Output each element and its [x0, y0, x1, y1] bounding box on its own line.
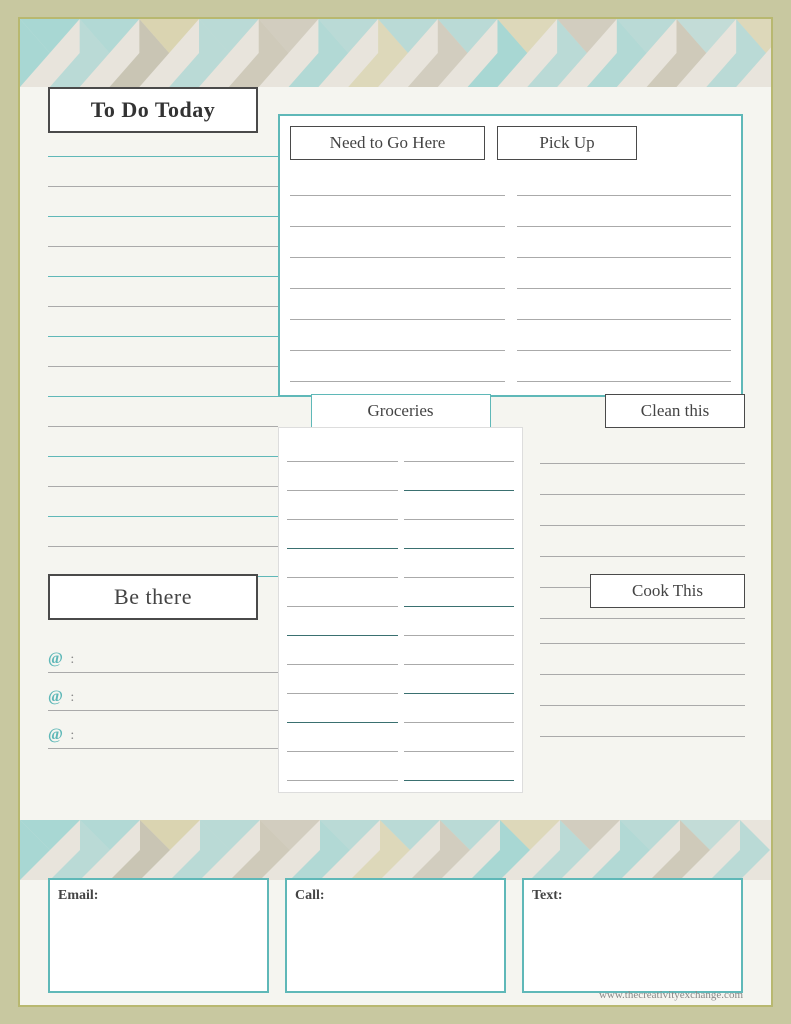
- grocery-row-9[interactable]: [287, 668, 514, 694]
- todo-today-box: To Do Today: [48, 87, 258, 133]
- cl-line-2[interactable]: [540, 467, 745, 495]
- cl-line-4[interactable]: [540, 529, 745, 557]
- need-to-go-box: Need to Go Here: [290, 126, 485, 160]
- pu-line-3[interactable]: [517, 230, 732, 258]
- todo-line-4[interactable]: [48, 219, 278, 247]
- ct-line-4[interactable]: [540, 709, 745, 737]
- todo-line-11[interactable]: [48, 429, 278, 457]
- grocery-row-7[interactable]: [287, 610, 514, 636]
- todo-line-15[interactable]: [48, 549, 278, 577]
- pu-line-2[interactable]: [517, 199, 732, 227]
- be-there-box: Be there: [48, 574, 258, 620]
- pick-up-lines: [517, 168, 732, 385]
- grocery-row-4[interactable]: [287, 523, 514, 549]
- grocery-row-1[interactable]: [287, 436, 514, 462]
- schedule-row-3[interactable]: @ :: [48, 715, 278, 749]
- ct-line-2[interactable]: [540, 647, 745, 675]
- grocery-row-5[interactable]: [287, 552, 514, 578]
- grocery-row-8[interactable]: [287, 639, 514, 665]
- todo-line-1[interactable]: [48, 129, 278, 157]
- cook-section: Cook This: [540, 574, 745, 748]
- pu-line-7[interactable]: [517, 354, 732, 382]
- groceries-section: Groceries: [278, 394, 523, 793]
- ntg-line-6[interactable]: [290, 323, 505, 351]
- need-to-go-lines: [290, 168, 505, 385]
- schedule-section: @ : @ : @ :: [48, 639, 278, 753]
- right-top-lines: [290, 168, 731, 385]
- pu-line-4[interactable]: [517, 261, 732, 289]
- grocery-row-6[interactable]: [287, 581, 514, 607]
- pick-up-box: Pick Up: [497, 126, 637, 160]
- grocery-row-11[interactable]: [287, 726, 514, 752]
- groceries-list: [278, 427, 523, 793]
- todo-lines-section: [48, 129, 278, 579]
- schedule-row-2[interactable]: @ :: [48, 677, 278, 711]
- todo-line-12[interactable]: [48, 459, 278, 487]
- clean-label: Clean this: [641, 401, 709, 420]
- email-box: Email:: [48, 878, 269, 993]
- todo-line-14[interactable]: [48, 519, 278, 547]
- need-to-go-label: Need to Go Here: [330, 133, 446, 152]
- todo-line-13[interactable]: [48, 489, 278, 517]
- ntg-line-3[interactable]: [290, 230, 505, 258]
- ntg-line-1[interactable]: [290, 168, 505, 196]
- ct-line-3[interactable]: [540, 678, 745, 706]
- cook-label: Cook This: [632, 581, 703, 600]
- todo-line-3[interactable]: [48, 189, 278, 217]
- ntg-line-7[interactable]: [290, 354, 505, 382]
- bottom-section: Email: Call: Text:: [20, 820, 771, 1005]
- call-box: Call:: [285, 878, 506, 993]
- ntg-line-5[interactable]: [290, 292, 505, 320]
- todo-line-2[interactable]: [48, 159, 278, 187]
- todo-line-5[interactable]: [48, 249, 278, 277]
- grocery-row-12[interactable]: [287, 755, 514, 781]
- page: To Do Today Be there @ : @ :: [18, 17, 773, 1007]
- cl-line-3[interactable]: [540, 498, 745, 526]
- schedule-at-3: @: [48, 726, 63, 748]
- ct-line-1[interactable]: [540, 616, 745, 644]
- todo-line-9[interactable]: [48, 369, 278, 397]
- schedule-colon-1: :: [67, 652, 74, 672]
- todo-line-6[interactable]: [48, 279, 278, 307]
- right-top-section: Need to Go Here Pick Up: [278, 114, 743, 397]
- call-label: Call:: [295, 888, 325, 903]
- grocery-row-10[interactable]: [287, 697, 514, 723]
- grocery-row-2[interactable]: [287, 465, 514, 491]
- bottom-chevron: [20, 820, 771, 880]
- ntg-line-4[interactable]: [290, 261, 505, 289]
- header-chevron: [20, 19, 771, 87]
- schedule-at-2: @: [48, 688, 63, 710]
- text-box: Text:: [522, 878, 743, 993]
- cook-title-box: Cook This: [590, 574, 745, 608]
- right-top-header: Need to Go Here Pick Up: [290, 126, 731, 160]
- pu-line-1[interactable]: [517, 168, 732, 196]
- pu-line-6[interactable]: [517, 323, 732, 351]
- be-there-label: Be there: [114, 584, 192, 609]
- todo-today-label: To Do Today: [91, 97, 216, 122]
- todo-line-7[interactable]: [48, 309, 278, 337]
- cook-lines: [540, 608, 745, 748]
- ntg-line-2[interactable]: [290, 199, 505, 227]
- email-label: Email:: [58, 888, 98, 903]
- text-label: Text:: [532, 888, 563, 903]
- groceries-label: Groceries: [367, 401, 433, 420]
- pu-line-5[interactable]: [517, 292, 732, 320]
- groceries-title-box: Groceries: [311, 394, 491, 427]
- clean-title-box: Clean this: [605, 394, 745, 428]
- schedule-row-1[interactable]: @ :: [48, 639, 278, 673]
- contact-boxes: Email: Call: Text:: [48, 878, 743, 993]
- pick-up-label: Pick Up: [539, 133, 594, 152]
- todo-line-8[interactable]: [48, 339, 278, 367]
- cl-line-1[interactable]: [540, 436, 745, 464]
- schedule-colon-2: :: [67, 690, 74, 710]
- website-label: www.thecreativityexchange.com: [599, 989, 743, 1001]
- grocery-row-3[interactable]: [287, 494, 514, 520]
- todo-line-10[interactable]: [48, 399, 278, 427]
- schedule-colon-3: :: [67, 728, 74, 748]
- schedule-at-1: @: [48, 650, 63, 672]
